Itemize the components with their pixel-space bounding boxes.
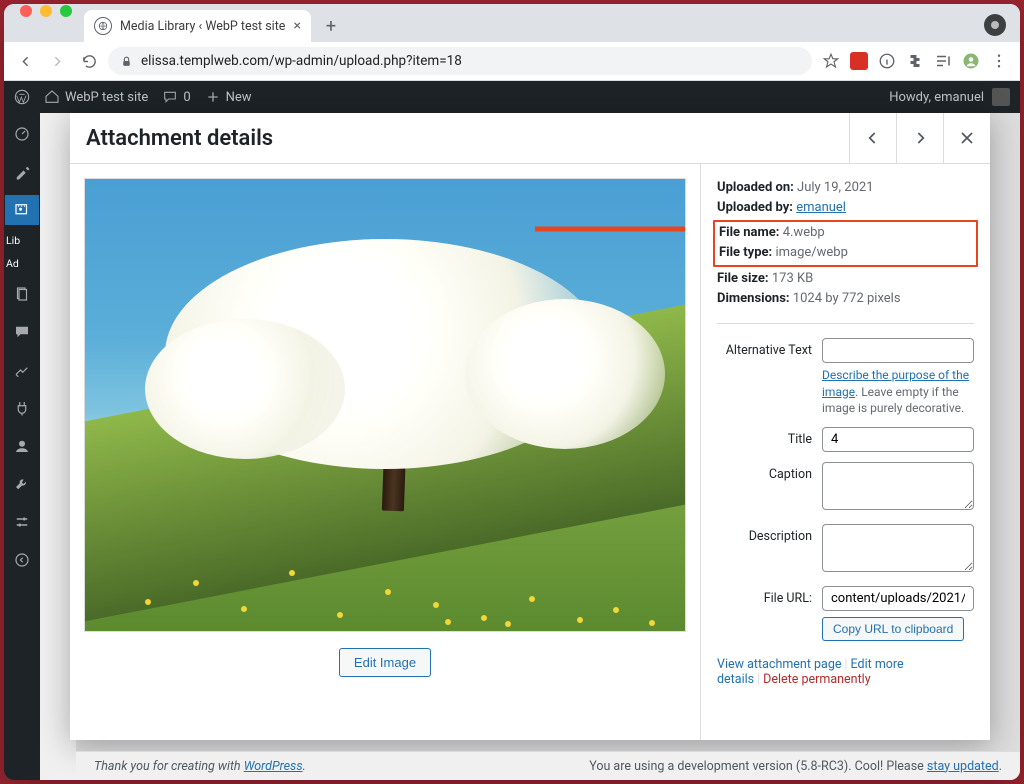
browser-profile-icon[interactable]: [984, 14, 1006, 36]
uploaded-on-value: July 19, 2021: [797, 180, 874, 195]
ublock-icon[interactable]: [850, 52, 868, 70]
close-tab-icon[interactable]: ×: [293, 18, 300, 34]
reload-button[interactable]: [76, 48, 102, 74]
sidebar-label-lib: Lib: [4, 233, 22, 248]
alt-text-label: Alternative Text: [717, 338, 822, 417]
info-icon[interactable]: [878, 52, 896, 70]
uploaded-by-label: Uploaded by:: [717, 200, 793, 215]
close-window-icon[interactable]: [20, 5, 32, 17]
prev-button[interactable]: [849, 113, 896, 163]
avatar-icon[interactable]: [992, 88, 1010, 106]
site-link[interactable]: WebP test site: [44, 89, 148, 105]
window-controls: [12, 4, 78, 42]
profile-icon[interactable]: [962, 52, 980, 70]
annotation-highlight: File name: 4.webp File type: image/webp: [713, 220, 978, 266]
star-icon[interactable]: [822, 52, 840, 70]
details-sidebar: Uploaded on: July 19, 2021 Uploaded by: …: [700, 164, 990, 740]
comments-link[interactable]: 0: [162, 89, 190, 105]
description-input[interactable]: [822, 524, 974, 572]
browser-toolbar: elissa.templweb.com/wp-admin/upload.php?…: [4, 42, 1020, 81]
wordpress-link[interactable]: WordPress: [244, 759, 303, 774]
sidebar-label-add: Ad: [4, 256, 21, 271]
file-type-label: File type:: [719, 245, 772, 260]
image-preview: [84, 178, 686, 632]
stay-updated-link[interactable]: stay updated: [927, 759, 999, 774]
copy-url-button[interactable]: Copy URL to clipboard: [822, 617, 964, 641]
posts-icon[interactable]: [5, 157, 39, 187]
menu-icon[interactable]: [990, 52, 1008, 70]
uploaded-by-link[interactable]: emanuel: [796, 200, 846, 215]
dimensions-label: Dimensions:: [717, 291, 790, 306]
file-url-input[interactable]: [822, 586, 974, 611]
appearance-icon[interactable]: [5, 355, 39, 385]
annotation-arrow-icon: [535, 219, 686, 239]
toolbar-right: [818, 52, 1012, 70]
browser-tab[interactable]: Media Library ‹ WebP test site ×: [84, 10, 311, 42]
address-bar[interactable]: elissa.templweb.com/wp-admin/upload.php?…: [108, 47, 812, 75]
tools-icon[interactable]: [5, 469, 39, 499]
view-attachment-link[interactable]: View attachment page: [717, 657, 841, 672]
next-button[interactable]: [896, 113, 943, 163]
tab-title: Media Library ‹ WebP test site: [120, 19, 285, 34]
plugins-icon[interactable]: [5, 393, 39, 423]
reading-list-icon[interactable]: [934, 52, 952, 70]
caption-label: Caption: [717, 462, 822, 514]
media-icon[interactable]: [5, 195, 39, 225]
description-label: Description: [717, 524, 822, 576]
file-size-value: 173 KB: [772, 271, 813, 286]
edit-image-button[interactable]: Edit Image: [339, 648, 431, 677]
favicon-icon: [94, 17, 112, 35]
new-tab-button[interactable]: +: [317, 12, 345, 40]
url-text: elissa.templweb.com/wp-admin/upload.php?…: [141, 53, 462, 69]
caption-input[interactable]: [822, 462, 974, 510]
file-size-label: File size:: [717, 271, 769, 286]
settings-icon[interactable]: [5, 507, 39, 537]
wp-logo-icon[interactable]: [14, 89, 30, 105]
wp-sidebar: Lib Ad: [4, 113, 40, 780]
uploaded-on-label: Uploaded on:: [717, 180, 794, 195]
file-url-label: File URL:: [717, 586, 822, 641]
delete-permanently-link[interactable]: Delete permanently: [763, 672, 870, 687]
dimensions-value: 1024 by 772 pixels: [793, 291, 901, 306]
pages-icon[interactable]: [5, 279, 39, 309]
attachment-details-modal: Attachment details: [70, 113, 990, 740]
new-link[interactable]: New: [205, 89, 252, 105]
title-input[interactable]: [822, 427, 974, 452]
users-icon[interactable]: [5, 431, 39, 461]
maximize-window-icon[interactable]: [60, 5, 72, 17]
file-type-value: image/webp: [775, 245, 847, 260]
extensions-icon[interactable]: [906, 52, 924, 70]
title-label: Title: [717, 427, 822, 452]
back-button[interactable]: [12, 48, 38, 74]
close-modal-button[interactable]: [943, 113, 990, 163]
howdy-text[interactable]: Howdy, emanuel: [889, 90, 984, 105]
collapse-icon[interactable]: [5, 545, 39, 575]
forward-button[interactable]: [44, 48, 70, 74]
dashboard-icon[interactable]: [5, 119, 39, 149]
browser-tabbar: Media Library ‹ WebP test site × +: [4, 4, 1020, 42]
lock-icon: [120, 55, 133, 68]
wp-admin-bar: WebP test site 0 New Howdy, emanuel: [4, 81, 1020, 113]
wp-footer: Thank you for creating with WordPress. Y…: [76, 751, 1020, 780]
alt-text-input[interactable]: [822, 338, 974, 363]
file-name-value: 4.webp: [783, 225, 825, 240]
minimize-window-icon[interactable]: [40, 5, 52, 17]
comments-icon[interactable]: [5, 317, 39, 347]
modal-title: Attachment details: [70, 126, 849, 151]
file-name-label: File name:: [719, 225, 779, 240]
